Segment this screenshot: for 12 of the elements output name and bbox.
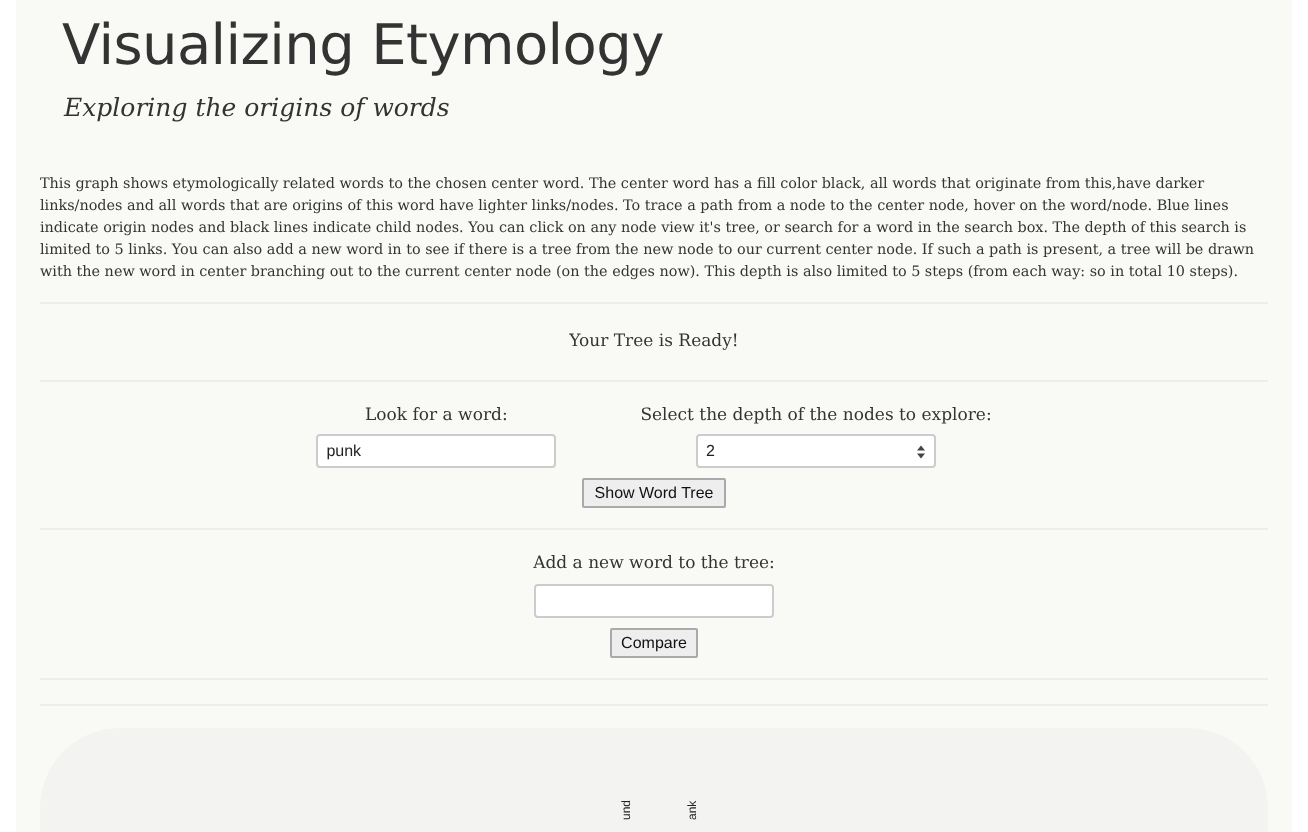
show-word-tree-button[interactable]: Show Word Tree <box>582 478 726 508</box>
search-label: Look for a word: <box>365 406 508 426</box>
page-title: Visualizing Etymology <box>60 10 666 80</box>
compare-button[interactable]: Compare <box>609 628 699 658</box>
dropdown-arrows-icon <box>916 443 926 459</box>
status-message: Your Tree is Ready! <box>569 332 739 352</box>
compare-label: Add a new word to the tree: <box>533 554 775 574</box>
depth-dropdown[interactable]: 2 <box>696 434 936 468</box>
search-field[interactable]: punk <box>316 434 557 468</box>
new-word-field[interactable] <box>534 584 774 618</box>
page-subtitle: Exploring the origins of words <box>61 90 452 124</box>
depth-label: Select the depth of the nodes to explore: <box>640 406 992 426</box>
